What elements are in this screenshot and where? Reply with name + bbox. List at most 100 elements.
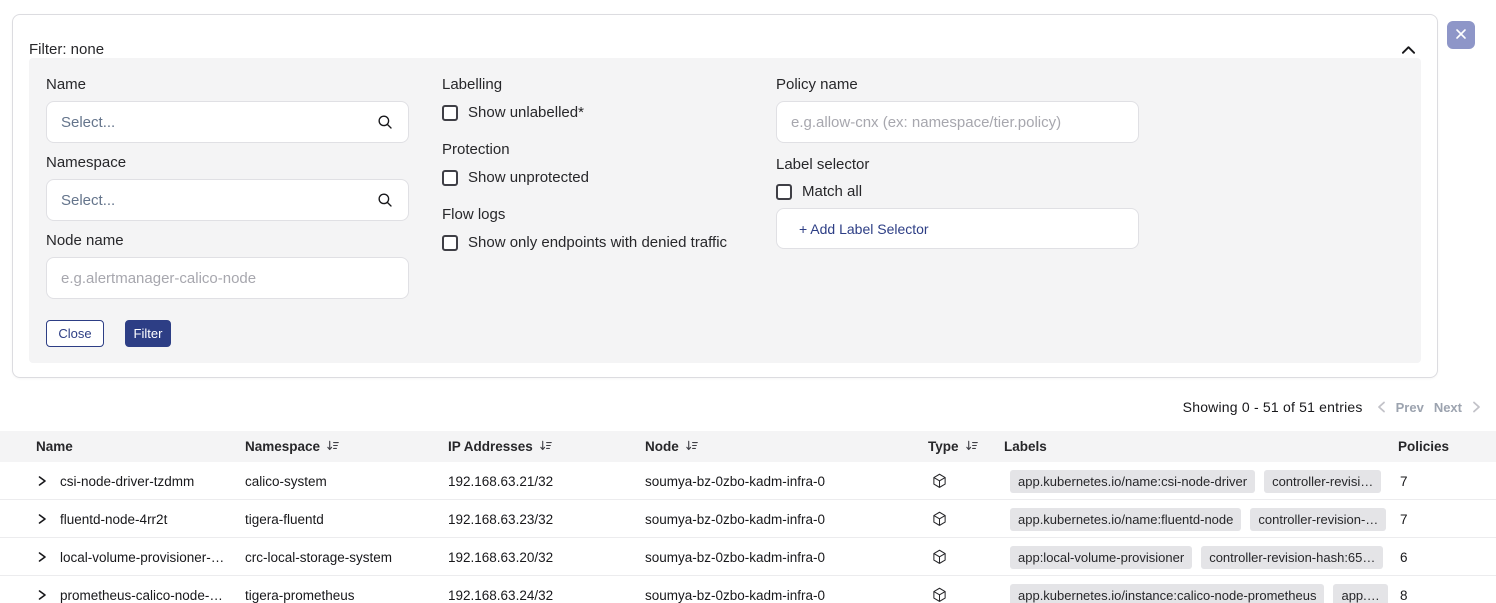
endpoint-labels: app.kubernetes.io/name:csi-node-driver c… <box>1010 462 1390 500</box>
filter-actions: Close Filter <box>46 320 171 347</box>
column-header-namespace[interactable]: Namespace <box>245 431 339 462</box>
endpoint-namespace: crc-local-storage-system <box>245 538 392 576</box>
endpoint-ip: 192.168.63.24/32 <box>448 576 553 603</box>
label-chip: controller-revisi… <box>1264 470 1381 493</box>
entries-summary: Showing 0 - 51 of 51 entries <box>1183 399 1363 415</box>
node-name-input[interactable] <box>61 270 394 287</box>
sort-icon[interactable] <box>965 439 978 455</box>
endpoint-name: csi-node-driver-tzdmm <box>60 462 194 500</box>
column-header-type[interactable]: Type <box>928 431 978 462</box>
label-chip: app.… <box>1333 584 1387 603</box>
column-header-name: Name <box>36 431 73 462</box>
filter-button[interactable]: Filter <box>125 320 171 347</box>
table-row[interactable]: csi-node-driver-tzdmm calico-system 192.… <box>0 462 1496 500</box>
match-all-checkbox[interactable]: Match all <box>776 183 862 200</box>
endpoint-namespace: tigera-fluentd <box>245 500 324 538</box>
policy-name-field[interactable] <box>776 101 1139 143</box>
cube-icon <box>932 500 947 538</box>
chevron-left-icon[interactable] <box>1377 401 1386 413</box>
pager: Prev Next <box>1377 400 1481 415</box>
name-field-label: Name <box>46 76 86 94</box>
close-button[interactable]: Close <box>46 320 104 347</box>
chevron-right-icon[interactable] <box>1472 401 1481 413</box>
search-icon <box>376 191 394 209</box>
column-header-ip-addresses[interactable]: IP Addresses <box>448 431 552 462</box>
endpoint-ip: 192.168.63.21/32 <box>448 462 553 500</box>
endpoint-labels: app.kubernetes.io/instance:calico-node-p… <box>1010 576 1397 603</box>
label-chip: controller-revision-hash:65… <box>1201 546 1383 569</box>
checkbox-icon[interactable] <box>442 170 458 186</box>
checkbox-icon[interactable] <box>776 184 792 200</box>
cube-icon <box>932 576 947 603</box>
endpoint-policies-count: 7 <box>1400 462 1408 500</box>
endpoint-ip: 192.168.63.23/32 <box>448 500 553 538</box>
policy-field-label: Policy name <box>776 76 858 94</box>
column-header-node[interactable]: Node <box>645 431 698 462</box>
table-row[interactable]: prometheus-calico-node-… tigera-promethe… <box>0 576 1496 603</box>
filter-column-middle: Labelling Show unlabelled* Protection Sh… <box>442 58 772 363</box>
cube-icon <box>932 538 947 576</box>
close-panel-button[interactable] <box>1447 21 1475 49</box>
show-unprotected-checkbox[interactable]: Show unprotected <box>442 169 589 186</box>
column-header-labels: Labels <box>1004 431 1047 462</box>
prev-button[interactable]: Prev <box>1396 400 1424 415</box>
row-expand-chevron-icon[interactable] <box>36 538 48 576</box>
endpoint-policies-count: 7 <box>1400 500 1408 538</box>
next-button[interactable]: Next <box>1434 400 1462 415</box>
filter-panel: Filter: none Name Namespace <box>12 14 1438 378</box>
endpoint-name: prometheus-calico-node-… <box>60 576 223 603</box>
sort-icon[interactable] <box>326 439 339 455</box>
search-icon <box>376 113 394 131</box>
denied-traffic-checkbox[interactable]: Show only endpoints with denied traffic <box>442 234 727 251</box>
match-all-label: Match all <box>802 183 862 200</box>
pagination-bar: Showing 0 - 51 of 51 entries Prev Next <box>1183 397 1481 417</box>
endpoint-policies-count: 6 <box>1400 538 1408 576</box>
label-selector-heading: Label selector <box>776 156 869 174</box>
filter-column-left: Name Namespace Node name <box>46 58 409 363</box>
node-name-field[interactable] <box>46 257 409 299</box>
endpoint-labels: app:local-volume-provisioner controller-… <box>1010 538 1392 576</box>
namespace-field-label: Namespace <box>46 154 126 172</box>
endpoint-node: soumya-bz-0zbo-kadm-infra-0 <box>645 500 825 538</box>
add-label-selector-button[interactable]: + Add Label Selector <box>776 208 1139 249</box>
table-row[interactable]: local-volume-provisioner-… crc-local-sto… <box>0 538 1496 576</box>
table-row[interactable]: fluentd-node-4rr2t tigera-fluentd 192.16… <box>0 500 1496 538</box>
name-select-input[interactable] <box>61 114 368 131</box>
close-icon <box>1455 28 1467 43</box>
checkbox-icon[interactable] <box>442 235 458 251</box>
row-expand-chevron-icon[interactable] <box>36 576 48 603</box>
endpoint-node: soumya-bz-0zbo-kadm-infra-0 <box>645 538 825 576</box>
filter-panel-title: Filter: none <box>29 41 104 58</box>
endpoint-policies-count: 8 <box>1400 576 1408 603</box>
checkbox-icon[interactable] <box>442 105 458 121</box>
protection-heading: Protection <box>442 141 510 159</box>
label-chip: app.kubernetes.io/name:csi-node-driver <box>1010 470 1255 493</box>
endpoint-name: fluentd-node-4rr2t <box>60 500 167 538</box>
endpoint-name: local-volume-provisioner-… <box>60 538 224 576</box>
denied-traffic-label: Show only endpoints with denied traffic <box>468 234 727 251</box>
endpoint-labels: app.kubernetes.io/name:fluentd-node cont… <box>1010 500 1395 538</box>
sort-icon[interactable] <box>685 439 698 455</box>
label-chip: controller-revision-… <box>1250 508 1386 531</box>
namespace-select[interactable] <box>46 179 409 221</box>
endpoints-page: Filter: none Name Namespace <box>0 0 1496 603</box>
endpoint-namespace: calico-system <box>245 462 327 500</box>
flow-logs-heading: Flow logs <box>442 206 505 224</box>
sort-icon[interactable] <box>539 439 552 455</box>
label-chip: app.kubernetes.io/instance:calico-node-p… <box>1010 584 1324 603</box>
row-expand-chevron-icon[interactable] <box>36 500 48 538</box>
show-unlabelled-checkbox[interactable]: Show unlabelled* <box>442 104 584 121</box>
cube-icon <box>932 462 947 500</box>
collapse-panel-button[interactable] <box>1399 41 1417 59</box>
node-field-label: Node name <box>46 232 124 250</box>
policy-name-input[interactable] <box>791 114 1124 131</box>
namespace-select-input[interactable] <box>61 192 368 209</box>
endpoint-node: soumya-bz-0zbo-kadm-infra-0 <box>645 576 825 603</box>
name-select[interactable] <box>46 101 409 143</box>
endpoint-namespace: tigera-prometheus <box>245 576 355 603</box>
endpoint-ip: 192.168.63.20/32 <box>448 538 553 576</box>
label-chip: app.kubernetes.io/name:fluentd-node <box>1010 508 1241 531</box>
row-expand-chevron-icon[interactable] <box>36 462 48 500</box>
endpoints-table: Name Namespace IP Addresses Node Type La… <box>0 431 1496 603</box>
endpoint-node: soumya-bz-0zbo-kadm-infra-0 <box>645 462 825 500</box>
